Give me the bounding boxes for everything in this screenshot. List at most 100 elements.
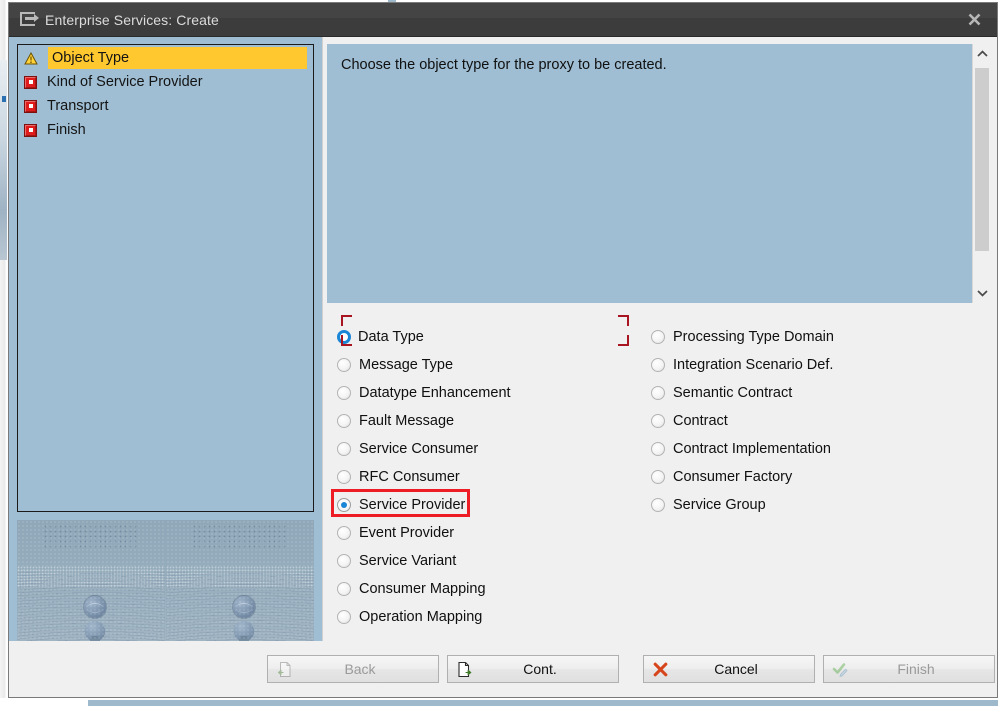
continue-button[interactable]: Cont. bbox=[447, 655, 619, 683]
radio-icon bbox=[337, 414, 351, 428]
page-forward-icon bbox=[455, 660, 473, 678]
radio-label: Consumer Factory bbox=[673, 469, 792, 485]
radio-option-service-group[interactable]: Service Group bbox=[651, 491, 951, 519]
radio-label: Processing Type Domain bbox=[673, 329, 834, 345]
radio-icon bbox=[651, 470, 665, 484]
radio-label: Service Variant bbox=[359, 553, 456, 569]
radio-icon bbox=[651, 358, 665, 372]
radio-option-service-variant[interactable]: Service Variant bbox=[337, 547, 637, 575]
sidebar-item-object-type[interactable]: Object Type bbox=[18, 46, 313, 70]
radio-option-service-consumer[interactable]: Service Consumer bbox=[337, 435, 637, 463]
wizard-sidebar: Object Type Kind of Service Provider Tra… bbox=[9, 37, 323, 641]
radio-icon bbox=[337, 582, 351, 596]
wizard-window-icon bbox=[20, 12, 37, 27]
radio-option-message-type[interactable]: Message Type bbox=[337, 351, 637, 379]
radio-option-data-type[interactable]: Data Type bbox=[337, 323, 637, 351]
radio-label: Semantic Contract bbox=[673, 385, 792, 401]
radio-icon bbox=[651, 442, 665, 456]
sidebar-item-label: Kind of Service Provider bbox=[47, 74, 203, 90]
title-bar: Enterprise Services: Create bbox=[9, 3, 997, 37]
sidebar-item-label: Finish bbox=[47, 122, 86, 138]
radio-label: Data Type bbox=[358, 329, 424, 345]
continue-button-label: Cont. bbox=[448, 661, 618, 677]
warning-triangle-icon bbox=[24, 52, 38, 65]
back-button[interactable]: Back bbox=[267, 655, 439, 683]
back-button-label: Back bbox=[268, 661, 438, 677]
background-bottom-accent bbox=[88, 700, 998, 706]
window-title: Enterprise Services: Create bbox=[45, 12, 219, 28]
radio-icon bbox=[337, 498, 351, 512]
radio-option-rfc-consumer[interactable]: RFC Consumer bbox=[337, 463, 637, 491]
radio-label: Service Consumer bbox=[359, 441, 478, 457]
dialog-button-bar: Back Cont. Cancel bbox=[9, 641, 997, 697]
pending-square-icon bbox=[24, 100, 37, 113]
radio-icon bbox=[337, 358, 351, 372]
radio-label: Service Group bbox=[673, 497, 766, 513]
radio-option-contract-implementation[interactable]: Contract Implementation bbox=[651, 435, 951, 463]
finish-button-label: Finish bbox=[824, 661, 994, 677]
radio-label: Contract bbox=[673, 413, 728, 429]
radio-label: Integration Scenario Def. bbox=[673, 357, 833, 373]
radio-label: Fault Message bbox=[359, 413, 454, 429]
radio-icon bbox=[651, 498, 665, 512]
object-type-options-left-column: Data Type Message Type Datatype Enhancem… bbox=[337, 323, 637, 641]
wizard-art-panel bbox=[166, 520, 314, 641]
green-check-icon bbox=[831, 660, 849, 678]
radio-option-semantic-contract[interactable]: Semantic Contract bbox=[651, 379, 951, 407]
sidebar-item-transport[interactable]: Transport bbox=[18, 94, 313, 118]
sidebar-item-kind-of-service-provider[interactable]: Kind of Service Provider bbox=[18, 70, 313, 94]
radio-icon bbox=[337, 442, 351, 456]
radio-label: Service Provider bbox=[359, 497, 465, 513]
wizard-decorative-image bbox=[17, 520, 314, 641]
radio-label: Message Type bbox=[359, 357, 453, 373]
radio-icon bbox=[651, 414, 665, 428]
chevron-up-icon[interactable] bbox=[973, 44, 991, 64]
radio-option-processing-type-domain[interactable]: Processing Type Domain bbox=[651, 323, 951, 351]
sidebar-item-finish[interactable]: Finish bbox=[18, 118, 313, 142]
pending-square-icon bbox=[24, 124, 37, 137]
sidebar-item-label: Transport bbox=[47, 98, 109, 114]
enterprise-services-create-dialog: Enterprise Services: Create bbox=[8, 2, 998, 698]
radio-icon bbox=[337, 526, 351, 540]
radio-icon bbox=[337, 554, 351, 568]
radio-option-fault-message[interactable]: Fault Message bbox=[337, 407, 637, 435]
radio-label: RFC Consumer bbox=[359, 469, 460, 485]
pending-square-icon bbox=[24, 76, 37, 89]
radio-label: Event Provider bbox=[359, 525, 454, 541]
object-type-options-right-column: Processing Type Domain Integration Scena… bbox=[651, 323, 951, 641]
finish-button[interactable]: Finish bbox=[823, 655, 995, 683]
page-back-icon bbox=[275, 660, 293, 678]
radio-icon bbox=[337, 386, 351, 400]
radio-icon bbox=[651, 330, 665, 344]
close-icon[interactable] bbox=[951, 3, 997, 36]
radio-label: Operation Mapping bbox=[359, 609, 482, 625]
wizard-main-panel: Choose the object type for the proxy to … bbox=[323, 37, 997, 641]
chevron-down-icon[interactable] bbox=[973, 283, 991, 303]
radio-option-contract[interactable]: Contract bbox=[651, 407, 951, 435]
background-window-marker bbox=[2, 96, 6, 102]
radio-option-datatype-enhancement[interactable]: Datatype Enhancement bbox=[337, 379, 637, 407]
radio-option-service-provider[interactable]: Service Provider bbox=[337, 491, 637, 519]
radio-icon bbox=[337, 470, 351, 484]
cancel-button[interactable]: Cancel bbox=[643, 655, 815, 683]
radio-option-operation-mapping[interactable]: Operation Mapping bbox=[337, 603, 637, 631]
radio-label: Consumer Mapping bbox=[359, 581, 486, 597]
scrollbar-thumb[interactable] bbox=[975, 68, 989, 251]
radio-label: Contract Implementation bbox=[673, 441, 831, 457]
red-x-icon bbox=[651, 660, 669, 678]
radio-label: Datatype Enhancement bbox=[359, 385, 511, 401]
wizard-step-list: Object Type Kind of Service Provider Tra… bbox=[17, 44, 314, 512]
dialog-content: Object Type Kind of Service Provider Tra… bbox=[9, 37, 997, 641]
instruction-panel: Choose the object type for the proxy to … bbox=[327, 44, 991, 303]
wizard-art-texture bbox=[166, 520, 314, 641]
radio-option-event-provider[interactable]: Event Provider bbox=[337, 519, 637, 547]
cancel-button-label: Cancel bbox=[644, 661, 814, 677]
object-type-options: Data Type Message Type Datatype Enhancem… bbox=[323, 303, 997, 641]
radio-icon bbox=[337, 610, 351, 624]
radio-option-consumer-factory[interactable]: Consumer Factory bbox=[651, 463, 951, 491]
instruction-scrollbar[interactable] bbox=[972, 44, 991, 303]
radio-icon bbox=[337, 330, 351, 344]
wizard-art-texture bbox=[17, 520, 165, 641]
radio-option-consumer-mapping[interactable]: Consumer Mapping bbox=[337, 575, 637, 603]
radio-option-integration-scenario-def[interactable]: Integration Scenario Def. bbox=[651, 351, 951, 379]
